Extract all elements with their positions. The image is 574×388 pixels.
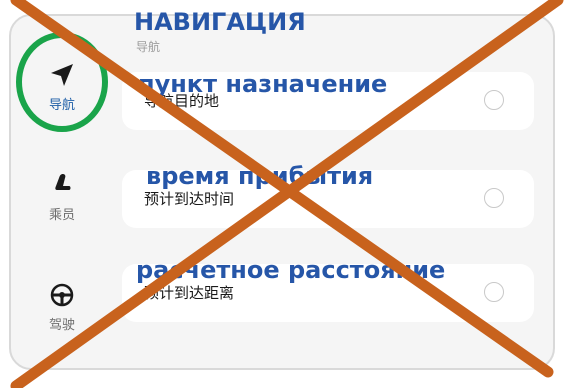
sidebar-item-occupants[interactable]: 乘员 xyxy=(16,172,108,223)
radio-button[interactable] xyxy=(484,90,504,110)
annotation-destination: пункт назначение xyxy=(138,70,388,98)
navigation-arrow-icon xyxy=(51,64,73,86)
annotation-heading: НАВИГАЦИЯ xyxy=(134,8,306,36)
annotation-arrival-distance: расчетное расстояние xyxy=(136,256,446,284)
sidebar-item-navigation[interactable]: 导航 xyxy=(16,62,108,113)
car-seat-icon xyxy=(55,174,71,190)
sidebar-item-driving[interactable]: 驾驶 xyxy=(16,282,108,333)
option-label: 预计到达距离 xyxy=(144,284,235,302)
section-title: 导航 xyxy=(136,40,161,54)
option-label: 预计到达时间 xyxy=(144,190,235,208)
steering-wheel-icon xyxy=(50,283,74,307)
sidebar-item-label: 乘员 xyxy=(48,208,75,223)
annotation-arrival-time: время прибытия xyxy=(146,162,374,190)
sidebar-item-label: 导航 xyxy=(48,98,75,113)
sidebar-item-label: 驾驶 xyxy=(48,318,75,333)
radio-button[interactable] xyxy=(484,188,504,208)
radio-button[interactable] xyxy=(484,282,504,302)
